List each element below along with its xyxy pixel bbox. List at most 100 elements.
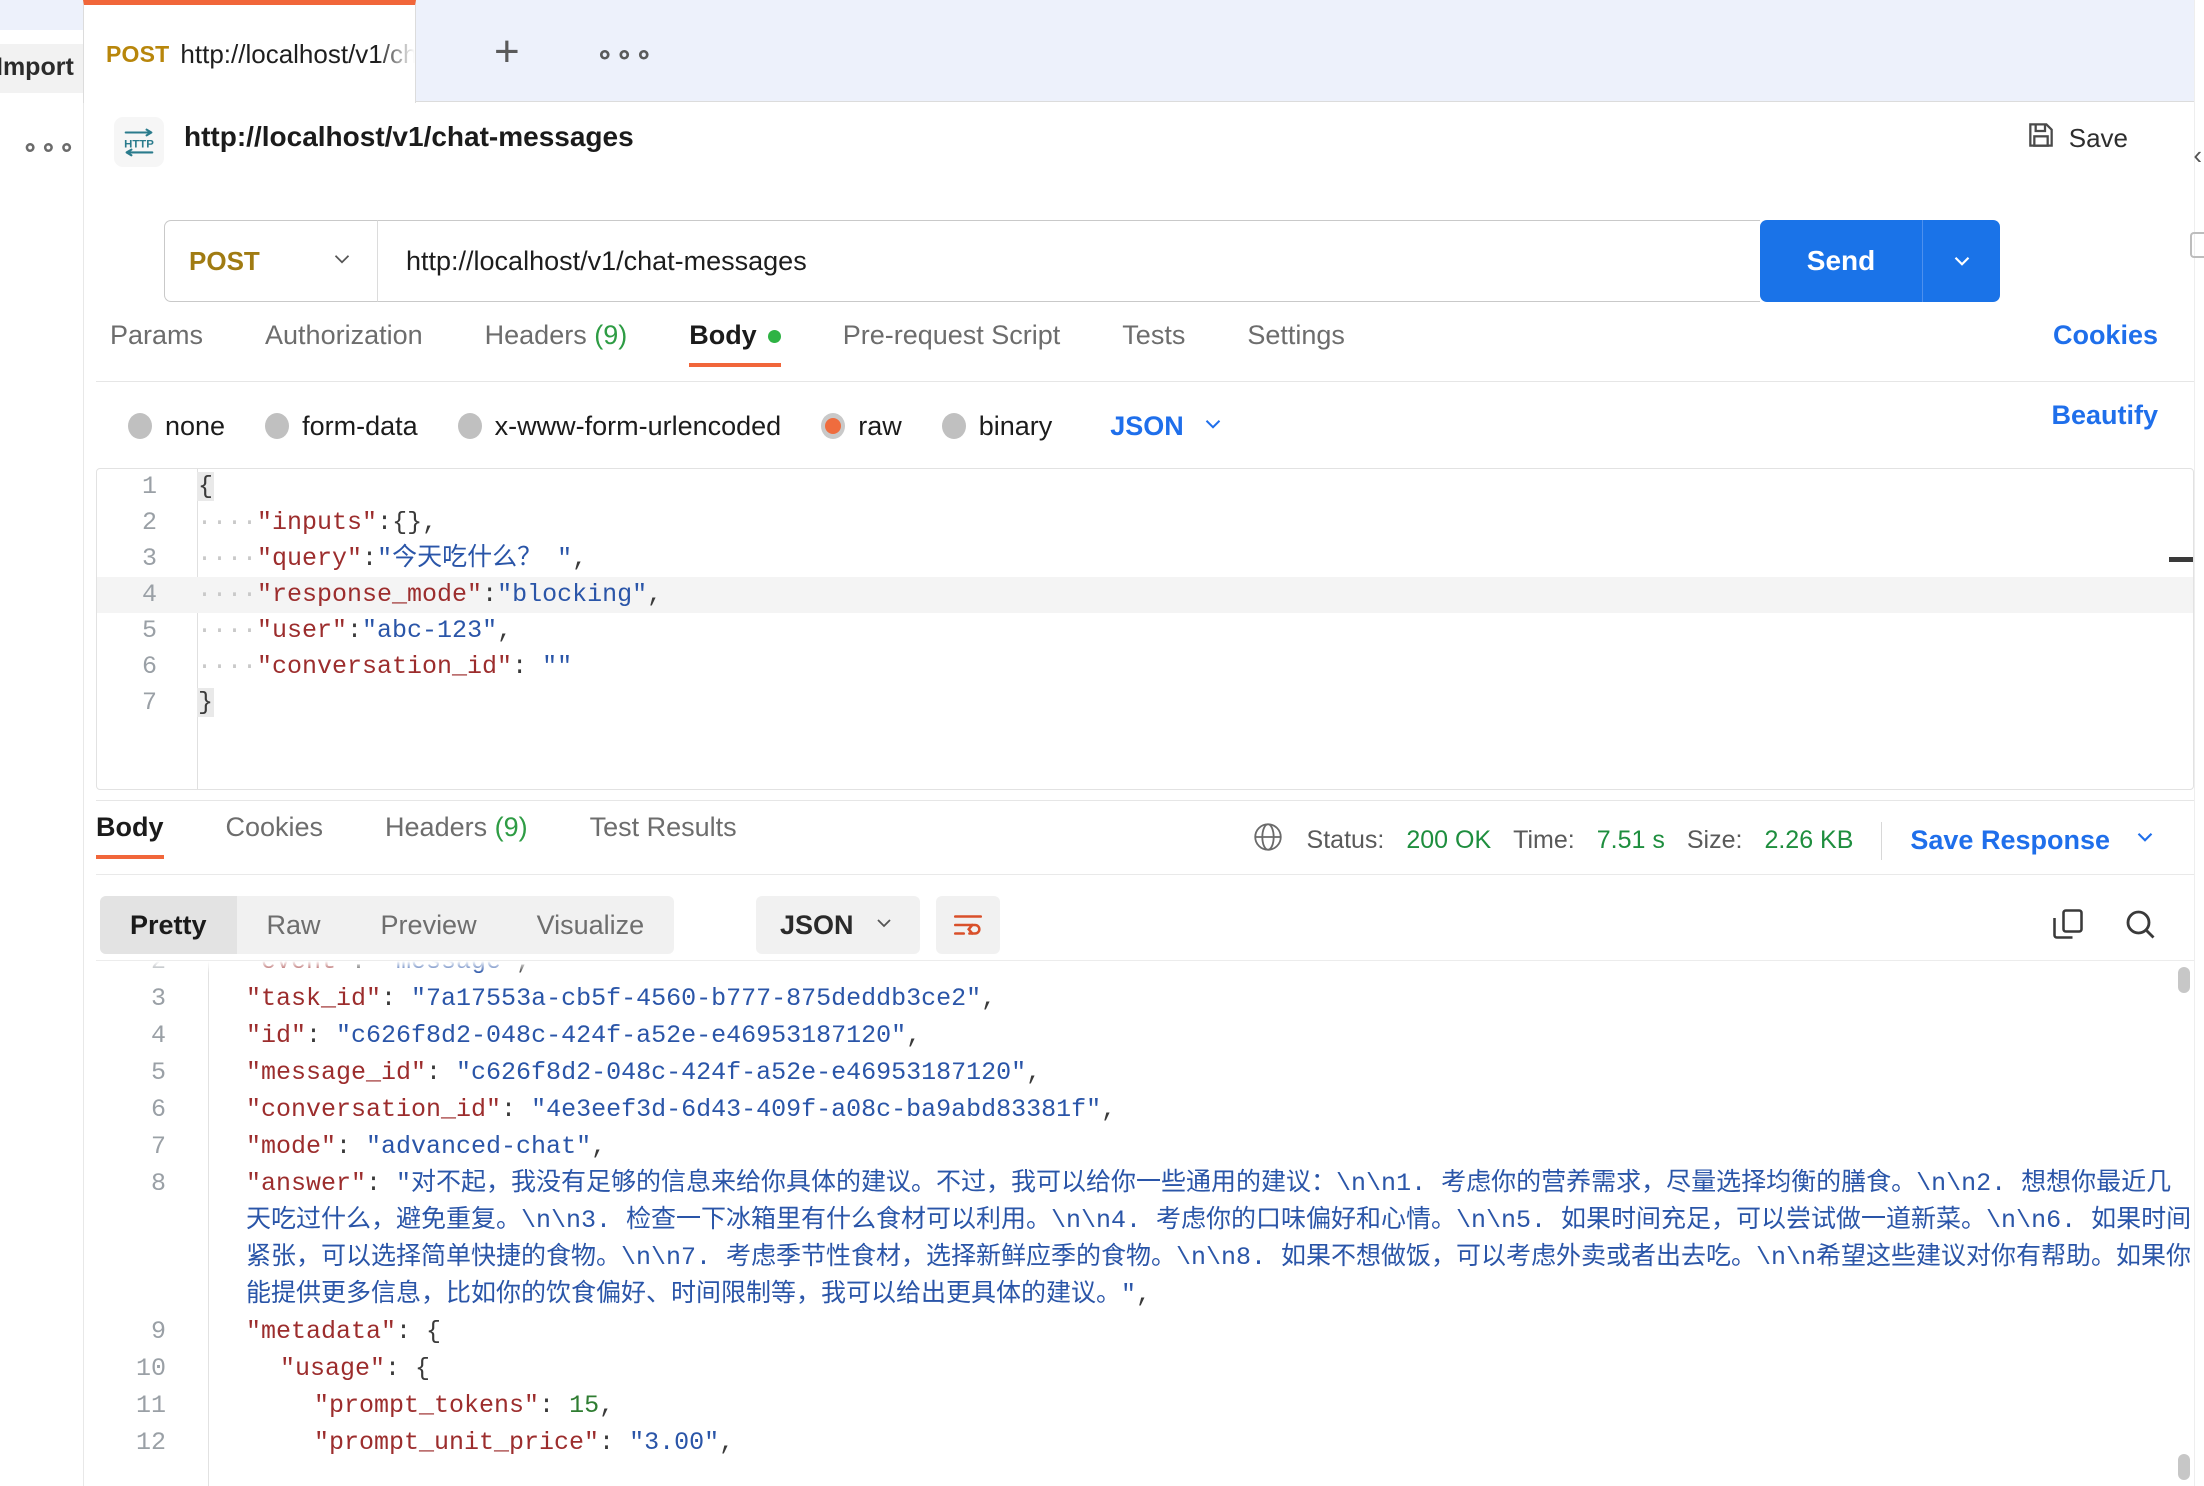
code-line[interactable]: 1{ bbox=[97, 469, 2193, 505]
more-horizontal-icon[interactable]: ∘∘∘ bbox=[22, 132, 77, 163]
horizontal-scrollbar[interactable] bbox=[2169, 557, 2193, 562]
request-tab-params[interactable]: Params bbox=[110, 320, 203, 367]
code-token: , bbox=[1136, 1280, 1152, 1309]
request-tab-headers[interactable]: Headers (9) bbox=[485, 320, 628, 367]
size-value: 2.26 KB bbox=[1764, 826, 1854, 854]
save-button[interactable]: Save bbox=[2025, 119, 2128, 158]
code-content: { bbox=[179, 469, 215, 505]
response-tab-headers[interactable]: Headers (9) bbox=[385, 812, 528, 859]
panel-toggle-icon[interactable] bbox=[2190, 232, 2204, 258]
code-token: { bbox=[415, 1354, 431, 1383]
code-token: "abc-123" bbox=[362, 616, 498, 645]
line-number: 6 bbox=[150, 1095, 166, 1124]
tab-label: Body bbox=[689, 320, 757, 350]
send-button[interactable]: Send bbox=[1760, 220, 1922, 302]
code-line[interactable]: 2 ····"inputs":{}, bbox=[97, 505, 2193, 541]
response-tab-test-results[interactable]: Test Results bbox=[590, 812, 737, 859]
vertical-scrollbar[interactable] bbox=[2178, 967, 2190, 993]
time-value: 7.51 s bbox=[1596, 826, 1665, 854]
code-token: "c626f8d2-048c-424f-a52e-e46953187120" bbox=[336, 1021, 907, 1050]
code-token: "message_id" bbox=[246, 1058, 427, 1087]
code-line[interactable]: 4 "id": "c626f8d2-048c-424f-a52e-e4695318… bbox=[96, 1017, 2194, 1054]
code-token: : bbox=[381, 984, 412, 1013]
request-body-editor[interactable]: 1{2 ····"inputs":{}, 3 ····"query":"今天吃什么？ … bbox=[96, 468, 2194, 790]
body-type-form-data[interactable]: form-data bbox=[265, 411, 418, 442]
response-format-label: JSON bbox=[780, 909, 854, 940]
url-input[interactable]: http://localhost/v1/chat-messages bbox=[377, 220, 1760, 302]
code-line[interactable]: 11 "prompt_tokens": 15, bbox=[96, 1387, 2194, 1424]
request-tab-pre-request-script[interactable]: Pre-request Script bbox=[843, 320, 1061, 367]
code-content: ····"query":"今天吃什么？ ", bbox=[179, 541, 587, 577]
code-token: "advanced-chat" bbox=[366, 1132, 592, 1161]
code-token: : bbox=[347, 616, 363, 645]
code-line[interactable]: 6 "conversation_id": "4e3eef3d-6d43-409f-… bbox=[96, 1091, 2194, 1128]
line-number: 5 bbox=[141, 616, 157, 645]
body-format-select[interactable]: JSON bbox=[1110, 411, 1226, 442]
code-line[interactable]: 7} bbox=[97, 685, 2193, 721]
save-disk-icon bbox=[2025, 119, 2057, 158]
request-tab[interactable]: POST http://localhost/v1/chat- bbox=[83, 0, 416, 103]
line-number: 3 bbox=[150, 984, 166, 1013]
response-format-select[interactable]: JSON bbox=[756, 896, 920, 954]
response-body-viewer[interactable]: 2 "event": "message", 3 "task_id": "7a17553… bbox=[96, 960, 2194, 1486]
code-token: , bbox=[591, 1132, 607, 1161]
code-line[interactable]: 5 ····"user":"abc-123", bbox=[97, 613, 2193, 649]
request-tab-settings[interactable]: Settings bbox=[1247, 320, 1345, 367]
send-options-button[interactable] bbox=[1922, 220, 2000, 302]
indent-guide: ···· bbox=[197, 616, 258, 645]
beautify-button[interactable]: Beautify bbox=[2051, 400, 2158, 431]
line-number: 1 bbox=[141, 472, 157, 501]
code-token: "c626f8d2-048c-424f-a52e-e46953187120" bbox=[456, 1058, 1027, 1087]
chevron-down-icon[interactable] bbox=[2132, 824, 2158, 857]
line-number: 7 bbox=[141, 688, 157, 717]
code-line[interactable]: 4 ····"response_mode":"blocking", bbox=[97, 577, 2193, 613]
code-line[interactable]: 6 ····"conversation_id": "" bbox=[97, 649, 2193, 685]
code-token: , bbox=[422, 508, 438, 537]
code-line[interactable]: 3 "task_id": "7a17553a-cb5f-4560-b777-875… bbox=[96, 980, 2194, 1017]
body-type-none[interactable]: none bbox=[128, 411, 225, 442]
search-icon[interactable] bbox=[2122, 906, 2158, 947]
tab-label: Settings bbox=[1247, 320, 1345, 350]
tab-label: Headers bbox=[385, 812, 488, 842]
vertical-scrollbar-end[interactable] bbox=[2178, 1454, 2190, 1480]
viewer-mode-preview[interactable]: Preview bbox=[351, 896, 507, 954]
copy-icon[interactable] bbox=[2050, 906, 2086, 947]
request-tab-authorization[interactable]: Authorization bbox=[265, 320, 423, 367]
viewer-mode-raw[interactable]: Raw bbox=[237, 896, 351, 954]
viewer-mode-pretty[interactable]: Pretty bbox=[100, 896, 237, 954]
code-line[interactable]: 2 "event": "message", bbox=[96, 960, 2194, 980]
code-content: "mode": "advanced-chat", bbox=[192, 1128, 2194, 1165]
method-select[interactable]: POST bbox=[164, 220, 377, 302]
request-tab-tests[interactable]: Tests bbox=[1122, 320, 1185, 367]
code-token: : bbox=[351, 960, 382, 976]
code-line[interactable]: 8 "answer": "对不起，我没有足够的信息来给你具体的建议。不过，我可以给… bbox=[96, 1165, 2194, 1313]
code-line[interactable]: 5 "message_id": "c626f8d2-048c-424f-a52e-… bbox=[96, 1054, 2194, 1091]
more-horizontal-icon[interactable]: ∘∘∘ bbox=[596, 38, 655, 71]
response-tab-body[interactable]: Body bbox=[96, 812, 164, 859]
code-token: : bbox=[539, 1391, 570, 1420]
code-content: ····"user":"abc-123", bbox=[179, 613, 512, 649]
chevron-left-icon[interactable]: ‹ bbox=[2193, 140, 2202, 171]
body-type-raw[interactable]: raw bbox=[821, 411, 902, 442]
code-line[interactable]: 9 "metadata": { bbox=[96, 1313, 2194, 1350]
save-button-label: Save bbox=[2068, 123, 2128, 153]
body-type-x-www-form-urlencoded[interactable]: x-www-form-urlencoded bbox=[457, 411, 781, 442]
plus-icon[interactable]: + bbox=[494, 30, 520, 74]
code-line[interactable]: 7 "mode": "advanced-chat", bbox=[96, 1128, 2194, 1165]
response-viewer-toolbar: Pretty Raw Preview Visualize JSON bbox=[96, 888, 2194, 960]
cookies-link[interactable]: Cookies bbox=[2053, 320, 2158, 351]
code-line[interactable]: 10 "usage": { bbox=[96, 1350, 2194, 1387]
word-wrap-icon[interactable] bbox=[936, 896, 1000, 954]
code-line[interactable]: 3 ····"query":"今天吃什么？ ", bbox=[97, 541, 2193, 577]
save-response-button[interactable]: Save Response bbox=[1910, 825, 2110, 856]
line-number: 2 bbox=[150, 960, 166, 976]
code-line[interactable]: 12 "prompt_unit_price": "3.00", bbox=[96, 1424, 2194, 1461]
response-tab-cookies[interactable]: Cookies bbox=[226, 812, 324, 859]
import-button[interactable]: Import bbox=[0, 44, 92, 93]
request-tab-body[interactable]: Body bbox=[689, 320, 781, 367]
viewer-mode-visualize[interactable]: Visualize bbox=[507, 896, 675, 954]
svg-text:HTTP: HTTP bbox=[124, 139, 154, 151]
body-type-binary[interactable]: binary bbox=[941, 411, 1052, 442]
tab-count: (9) bbox=[586, 320, 628, 350]
code-token: : bbox=[377, 508, 393, 537]
